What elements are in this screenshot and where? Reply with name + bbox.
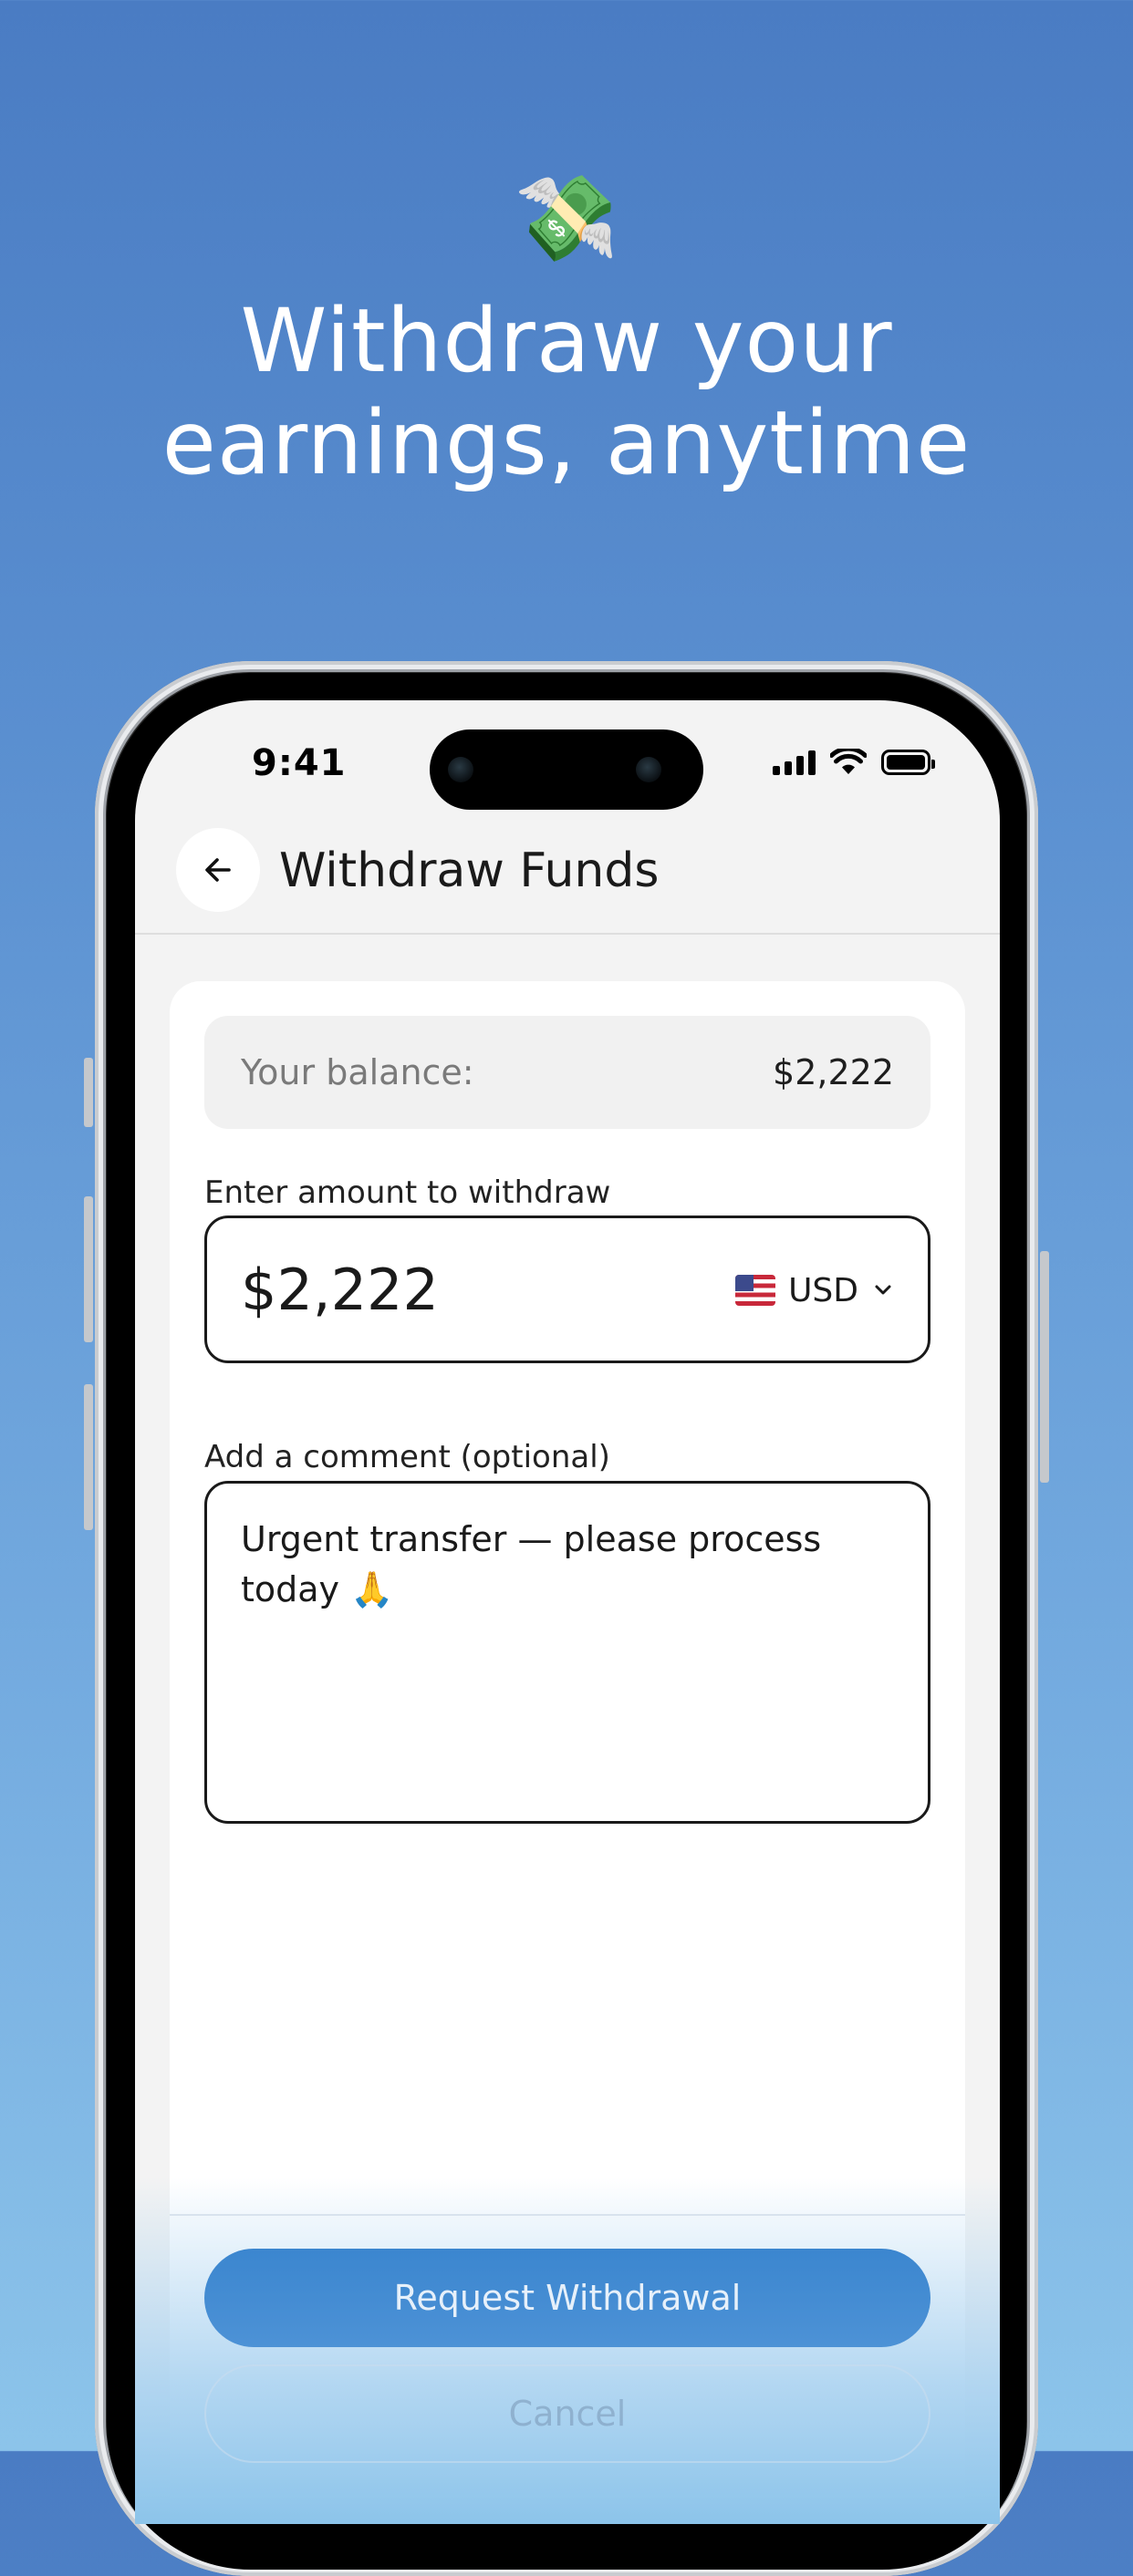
back-button[interactable] xyxy=(176,828,260,912)
amount-label: Enter amount to withdraw xyxy=(204,1174,611,1211)
comment-textarea[interactable]: Urgent transfer — please process today 🙏 xyxy=(241,1515,898,1788)
phone-action-button xyxy=(84,1058,93,1127)
sensor-icon xyxy=(448,757,473,782)
bottom-fade xyxy=(135,2178,1000,2524)
arrow-left-icon xyxy=(205,858,231,882)
hero-title: Withdraw your earnings, anytime xyxy=(0,290,1133,494)
bottom-divider xyxy=(170,2214,965,2216)
battery-icon xyxy=(881,750,935,775)
cancel-button[interactable]: Cancel xyxy=(204,2364,930,2463)
comment-label: Add a comment (optional) xyxy=(204,1439,610,1475)
comment-field[interactable]: Urgent transfer — please process today 🙏 xyxy=(204,1481,930,1824)
phone-power-button xyxy=(1040,1251,1049,1483)
status-bar: 9:41 xyxy=(135,700,1000,828)
cellular-signal-icon xyxy=(773,750,816,775)
hero-title-line-1: Withdraw your xyxy=(240,290,893,392)
currency-code: USD xyxy=(788,1271,858,1309)
amount-field[interactable]: USD xyxy=(204,1216,930,1363)
money-with-wings-emoji: 💸 xyxy=(514,170,619,267)
currency-selector[interactable]: USD xyxy=(735,1269,895,1311)
status-icons xyxy=(773,746,935,779)
wifi-icon xyxy=(830,749,867,774)
us-flag-icon xyxy=(735,1275,776,1306)
balance-value: $2,222 xyxy=(773,1052,894,1092)
page-title: Withdraw Funds xyxy=(279,843,660,898)
amount-input[interactable] xyxy=(241,1251,679,1328)
phone-volume-down-button xyxy=(84,1384,93,1530)
hero-title-line-2: earnings, anytime xyxy=(161,392,972,494)
balance-summary: Your balance: $2,222 xyxy=(204,1016,930,1129)
request-withdrawal-button[interactable]: Request Withdrawal xyxy=(204,2249,930,2347)
chevron-down-icon xyxy=(875,1285,891,1295)
balance-label: Your balance: xyxy=(241,1052,474,1092)
status-time: 9:41 xyxy=(252,742,347,784)
phone-screen: 9:41 Withdraw Funds Your balance: $2,222 xyxy=(135,700,1000,2524)
phone-volume-up-button xyxy=(84,1196,93,1342)
front-camera-icon xyxy=(636,757,661,782)
dynamic-island xyxy=(430,729,703,810)
